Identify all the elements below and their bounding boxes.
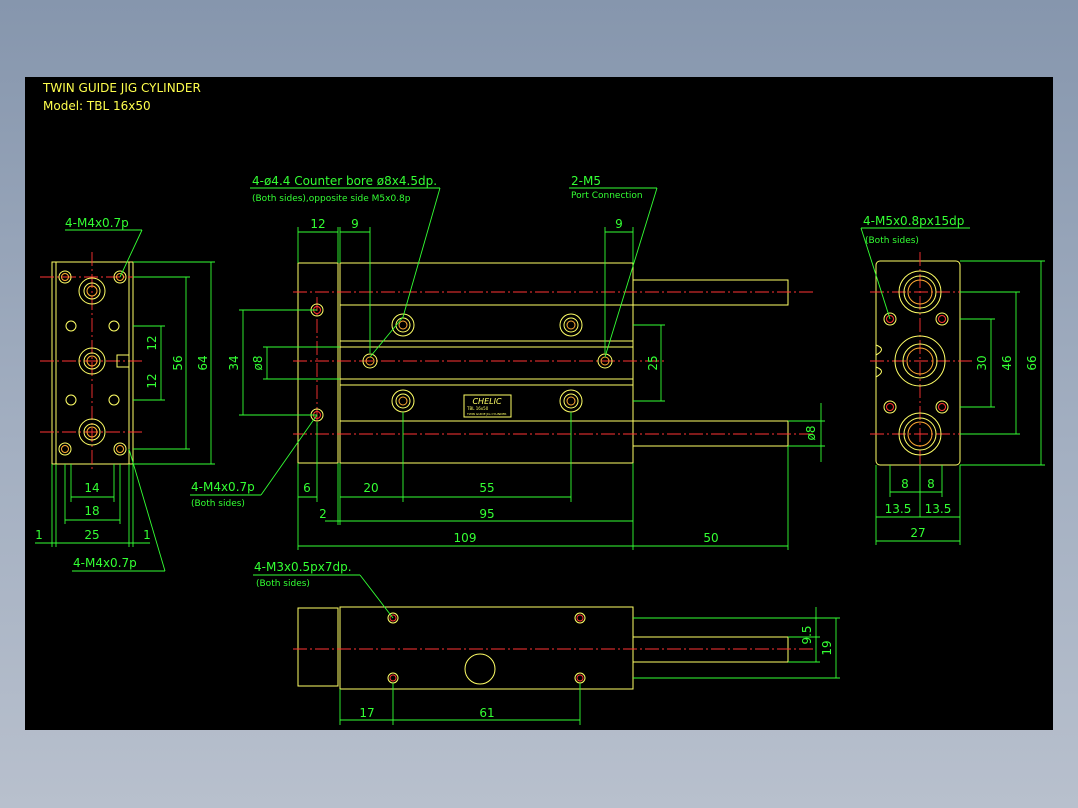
dim-left-12a: 12 bbox=[145, 335, 159, 350]
dim-right-30: 30 bbox=[975, 355, 989, 370]
dim-right-13b: 13.5 bbox=[925, 502, 952, 516]
dim-left-25: 25 bbox=[84, 528, 99, 542]
cad-viewport[interactable]: TWIN GUIDE JIG CYLINDER Model: TBL 16x50… bbox=[25, 77, 1053, 730]
dim-front-2: 2 bbox=[319, 507, 327, 521]
dim-front-d8: ø8 bbox=[251, 356, 265, 371]
dim-left-12b: 12 bbox=[145, 373, 159, 388]
dim-bottom-19: 19 bbox=[820, 640, 834, 655]
dim-front-95: 95 bbox=[479, 507, 494, 521]
callout-counterbore: 4-ø4.4 Counter bore ø8x4.5dp. bbox=[252, 174, 437, 188]
dim-left-64: 64 bbox=[196, 355, 210, 370]
dim-front-20: 20 bbox=[363, 481, 378, 495]
dim-left-1b: 1 bbox=[143, 528, 151, 542]
dim-bottom-9-5: 9.5 bbox=[800, 625, 814, 644]
cad-drawing: TWIN GUIDE JIG CYLINDER Model: TBL 16x50… bbox=[35, 81, 1045, 725]
dim-front-50: 50 bbox=[703, 531, 718, 545]
dim-right-13a: 13.5 bbox=[885, 502, 912, 516]
dim-left-1a: 1 bbox=[35, 528, 43, 542]
dim-left-56: 56 bbox=[171, 355, 185, 370]
callout-counterbore-sub: (Both sides),opposite side M5x0.8p bbox=[252, 194, 411, 204]
badge-brand: CHELIC bbox=[472, 397, 501, 406]
badge-model: TBL 16x50 bbox=[466, 406, 489, 411]
dim-front-25: 25 bbox=[646, 355, 660, 370]
callout-bottom-tap-sub: (Both sides) bbox=[256, 579, 310, 589]
callout-right-tap: 4-M5x0.8px15dp bbox=[863, 214, 964, 228]
dim-left-18: 18 bbox=[84, 504, 99, 518]
dim-front-rod-d8: ø8 bbox=[804, 426, 818, 441]
dim-right-8b: 8 bbox=[927, 477, 935, 491]
front-view: CHELIC TBL 16x50 TWIN GUIDE JIG CYLINDER… bbox=[190, 174, 825, 550]
callout-port-sub: Port Connection bbox=[571, 191, 643, 201]
callout-port: 2-M5 bbox=[571, 174, 601, 188]
callout-left-bottom: 4-M4x0.7p bbox=[73, 556, 137, 570]
dim-right-27: 27 bbox=[910, 526, 925, 540]
bottom-view: 17 61 9.5 19 4-M3x0.5px7dp. (Both sides) bbox=[253, 560, 840, 725]
dim-bottom-17: 17 bbox=[359, 706, 374, 720]
callout-front-tap: 4-M4x0.7p bbox=[191, 480, 255, 494]
dim-front-9a: 9 bbox=[351, 217, 359, 231]
dim-front-12: 12 bbox=[310, 217, 325, 231]
callout-bottom-tap: 4-M3x0.5px7dp. bbox=[254, 560, 352, 574]
dim-front-109: 109 bbox=[454, 531, 477, 545]
dim-front-9b: 9 bbox=[615, 217, 623, 231]
left-end-view: 12 12 56 64 14 18 25 1 1 4-M4x0.7p 4-M4x… bbox=[35, 216, 215, 572]
drawing-model: Model: TBL 16x50 bbox=[43, 99, 151, 113]
dim-bottom-61: 61 bbox=[479, 706, 494, 720]
callout-left-top: 4-M4x0.7p bbox=[65, 216, 129, 230]
right-end-view: 30 46 66 8 8 13.5 13.5 27 4-M5x0.8px15dp… bbox=[860, 214, 1045, 545]
dim-left-14: 14 bbox=[84, 481, 99, 495]
drawing-title: TWIN GUIDE JIG CYLINDER bbox=[42, 81, 201, 95]
callout-right-tap-sub: (Both sides) bbox=[865, 236, 919, 246]
dim-right-8a: 8 bbox=[901, 477, 909, 491]
dim-front-6: 6 bbox=[303, 481, 311, 495]
badge-desc: TWIN GUIDE JIG CYLINDER bbox=[466, 412, 506, 416]
dim-right-66: 66 bbox=[1025, 355, 1039, 370]
dim-right-46: 46 bbox=[1000, 355, 1014, 370]
dim-front-34: 34 bbox=[227, 355, 241, 370]
callout-front-tap-sub: (Both sides) bbox=[191, 499, 245, 509]
dim-front-55: 55 bbox=[479, 481, 494, 495]
